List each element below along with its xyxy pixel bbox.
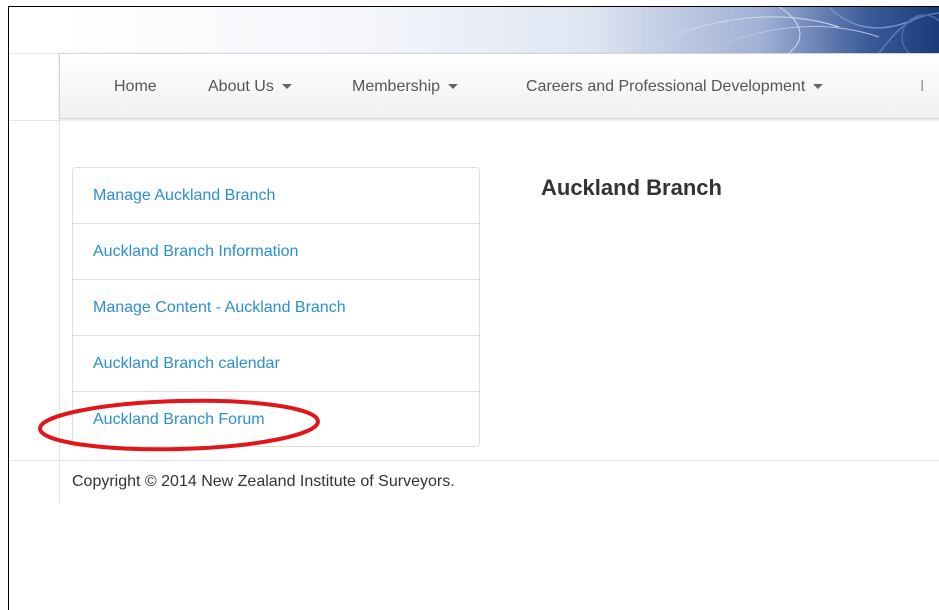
caret-down-icon [813,84,824,90]
nav-overflow-item[interactable]: I [920,78,924,96]
nav-careers-label: Careers and Professional Development [526,78,806,95]
footer-divider [9,460,939,461]
caret-down-icon [448,84,459,90]
caret-down-icon [281,84,292,90]
branch-menu: Manage Auckland Branch Auckland Branch I… [72,167,480,447]
nav-about-us[interactable]: About Us [208,78,292,96]
nav-membership-label: Membership [352,78,441,95]
header-banner-image [59,7,939,53]
nav-home[interactable]: Home [114,78,157,96]
nav-careers[interactable]: Careers and Professional Development [526,78,824,96]
menu-item-branch-calendar[interactable]: Auckland Branch calendar [73,336,479,392]
left-gutter [9,53,59,121]
menu-item-branch-forum[interactable]: Auckland Branch Forum [73,392,479,446]
menu-item-manage-content[interactable]: Manage Content - Auckland Branch [73,280,479,336]
nav-about-us-label: About Us [208,78,274,95]
banner-swirl-graphic [638,7,939,53]
footer-copyright: Copyright © 2014 New Zealand Institute o… [72,473,455,490]
browser-content-frame: Home About Us Membership Careers and Pro… [8,6,939,610]
menu-item-branch-information[interactable]: Auckland Branch Information [73,224,479,280]
nav-membership[interactable]: Membership [352,78,459,96]
content-left-border [59,119,60,503]
page-title: Auckland Branch [541,175,722,200]
site-header-banner [9,7,939,53]
main-navbar: Home About Us Membership Careers and Pro… [59,53,939,119]
menu-item-manage-branch[interactable]: Manage Auckland Branch [73,168,479,224]
